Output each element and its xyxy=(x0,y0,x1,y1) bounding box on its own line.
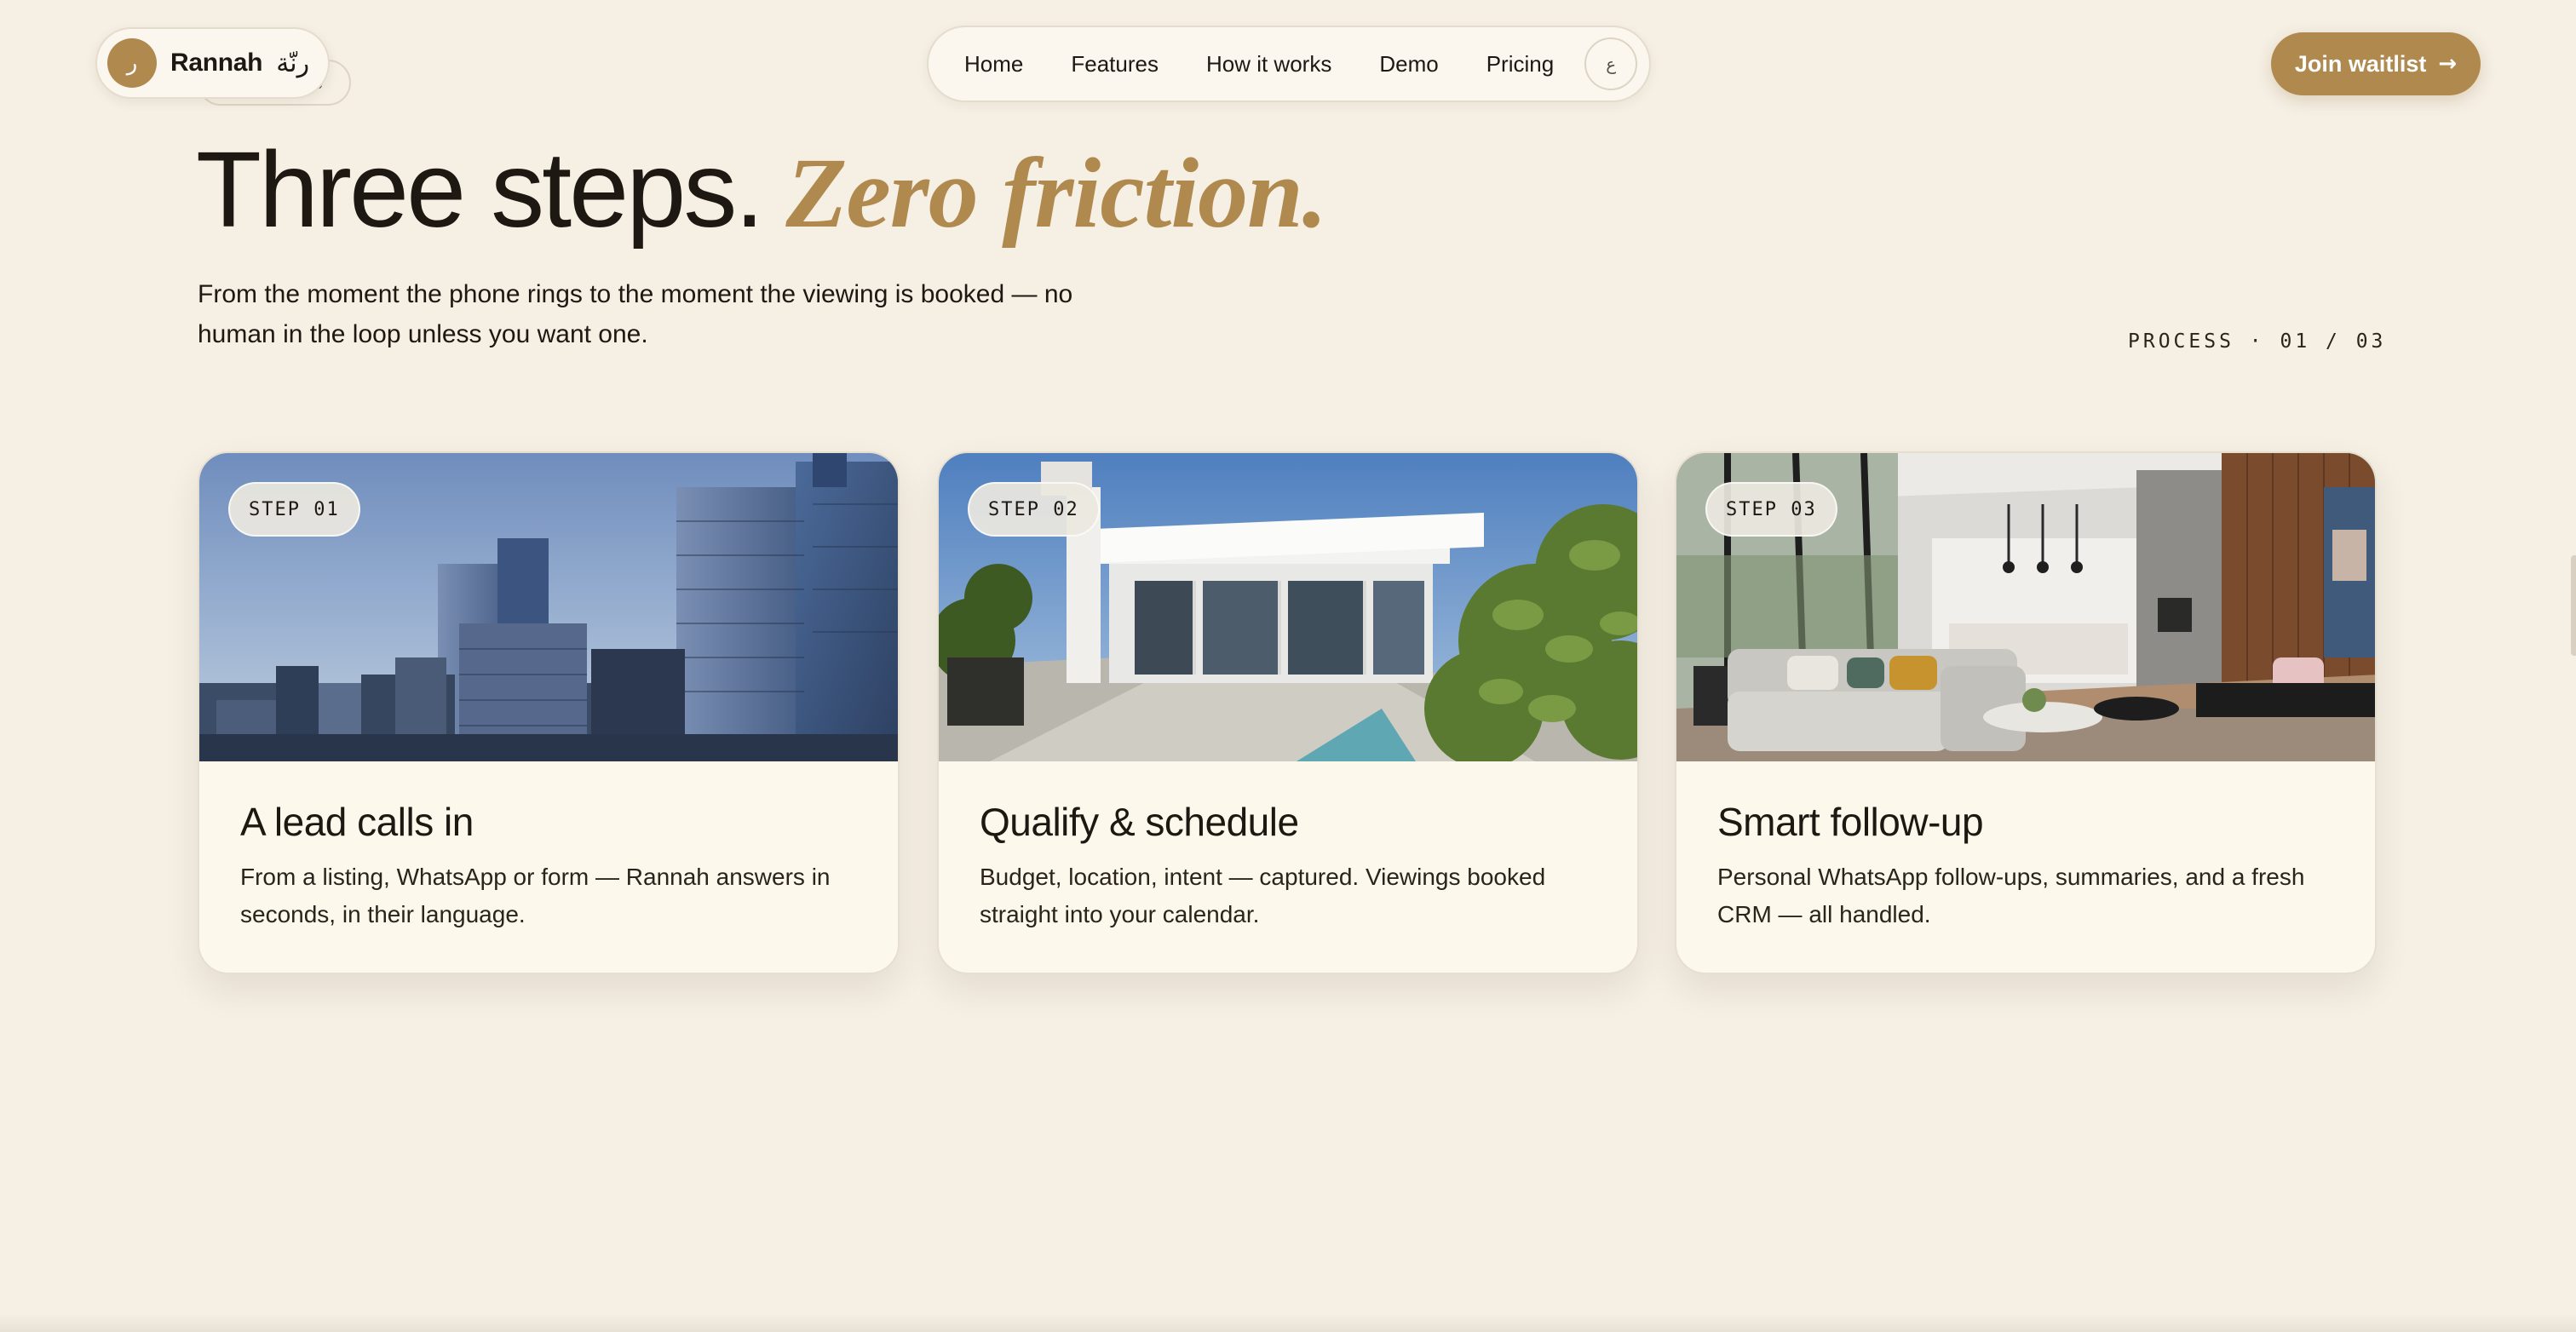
scrollbar-handle[interactable] xyxy=(2571,555,2576,656)
modern-villa-photo: STEP 02 xyxy=(939,453,1637,761)
join-waitlist-button[interactable]: Join waitlist → xyxy=(2271,32,2481,95)
brand-arabic-name: رنّة xyxy=(276,48,310,78)
step-description: Budget, location, intent — captured. Vie… xyxy=(980,864,1546,927)
page-title: Three steps. Zero friction. xyxy=(196,128,1327,251)
step-card-3: STEP 03 Smart follow-up Personal WhatsAp… xyxy=(1675,451,2377,974)
step-description: From a listing, WhatsApp or form — Ranna… xyxy=(240,864,831,927)
language-toggle-button[interactable]: ع xyxy=(1584,37,1638,90)
nav-link-how-it-works[interactable]: How it works xyxy=(1182,26,1355,102)
brand-mark-icon: ر xyxy=(107,38,157,88)
step-title: A lead calls in xyxy=(240,800,474,844)
step-card-2: STEP 02 Qualify & schedule Budget, locat… xyxy=(937,451,1639,974)
headline-main: Three steps. xyxy=(196,129,764,250)
step-badge: STEP 03 xyxy=(1705,482,1837,537)
nav-link-home[interactable]: Home xyxy=(940,26,1047,102)
city-skyline-photo: STEP 01 xyxy=(199,453,898,761)
main-nav: Home Features How it works Demo Pricing … xyxy=(927,26,1652,102)
step-badge: STEP 01 xyxy=(228,482,360,537)
how-it-works-page: WORKS ر Rannah رنّة Home Features How it… xyxy=(0,0,2576,1332)
step-title: Qualify & schedule xyxy=(980,800,1299,844)
join-waitlist-label: Join waitlist xyxy=(2294,50,2427,77)
nav-link-pricing[interactable]: Pricing xyxy=(1463,26,1578,102)
headline-accent: Zero friction. xyxy=(785,137,1327,249)
nav-link-features[interactable]: Features xyxy=(1047,26,1182,102)
step-title: Smart follow-up xyxy=(1717,800,1984,844)
step-card-1: STEP 01 A lead calls in From a listing, … xyxy=(198,451,900,974)
step-description: Personal WhatsApp follow-ups, summaries,… xyxy=(1717,864,2305,927)
living-room-photo: STEP 03 xyxy=(1676,453,2375,761)
arrow-right-icon: → xyxy=(2438,51,2458,77)
brand-name: Rannah xyxy=(170,49,263,77)
page-bottom-shadow xyxy=(0,1313,2576,1332)
section-description: From the moment the phone rings to the m… xyxy=(198,280,1073,348)
process-counter: PROCESS · 01 / 03 xyxy=(2128,330,2387,353)
step-badge: STEP 02 xyxy=(968,482,1100,537)
brand-logo[interactable]: ر Rannah رنّة xyxy=(95,27,331,99)
nav-link-demo[interactable]: Demo xyxy=(1355,26,1462,102)
